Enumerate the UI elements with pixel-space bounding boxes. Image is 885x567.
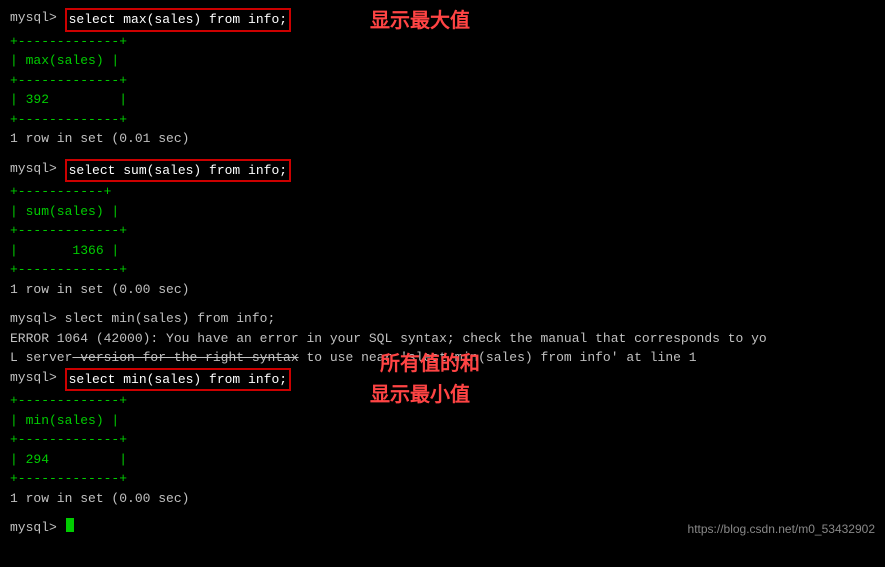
prompt-2: mysql>: [10, 159, 65, 179]
table-min-val: | 294 |: [10, 450, 875, 470]
prompt-1: mysql>: [10, 8, 65, 28]
cmd-max: select max(sales) from info;: [65, 8, 291, 32]
line-sum-cmd: mysql> select sum(sales) from info; 所有值的…: [10, 159, 875, 183]
cmd-min: select min(sales) from info;: [65, 368, 291, 392]
line-error1: ERROR 1064 (42000): You have an error in…: [10, 329, 875, 349]
result-max: 1 row in set (0.01 sec): [10, 129, 875, 149]
table-sum-border1: +-----------+: [10, 182, 875, 202]
table-max-border3: +-------------+: [10, 110, 875, 130]
table-sum-header: | sum(sales) |: [10, 202, 875, 222]
cmd-sum: select sum(sales) from info;: [65, 159, 291, 183]
line-max-cmd: mysql> select max(sales) from info; 显示最大…: [10, 8, 875, 32]
cursor: [66, 518, 74, 532]
table-sum-border2: +-------------+: [10, 221, 875, 241]
watermark: https://blog.csdn.net/m0_53432902: [688, 520, 875, 538]
prompt-final: mysql>: [10, 518, 65, 538]
result-min: 1 row in set (0.00 sec): [10, 489, 875, 509]
terminal: mysql> select max(sales) from info; 显示最大…: [0, 0, 885, 546]
table-sum-border3: +-------------+: [10, 260, 875, 280]
table-max-header: | max(sales) |: [10, 51, 875, 71]
result-sum: 1 row in set (0.00 sec): [10, 280, 875, 300]
table-sum-val: | 1366 |: [10, 241, 875, 261]
annotation-min: 显示最小值: [370, 380, 470, 410]
prompt-3: mysql>: [10, 368, 65, 388]
line-slect: mysql> slect min(sales) from info;: [10, 309, 875, 329]
annotation-max: 显示最大值: [370, 6, 470, 36]
table-max-border2: +-------------+: [10, 71, 875, 91]
spacer1: [10, 149, 875, 159]
table-min-border2: +-------------+: [10, 430, 875, 450]
table-min-border3: +-------------+: [10, 469, 875, 489]
table-min-header: | min(sales) |: [10, 411, 875, 431]
table-max-val: | 392 |: [10, 90, 875, 110]
spacer3: [10, 508, 875, 518]
annotation-sum: 所有值的和: [380, 349, 480, 379]
spacer2: [10, 299, 875, 309]
